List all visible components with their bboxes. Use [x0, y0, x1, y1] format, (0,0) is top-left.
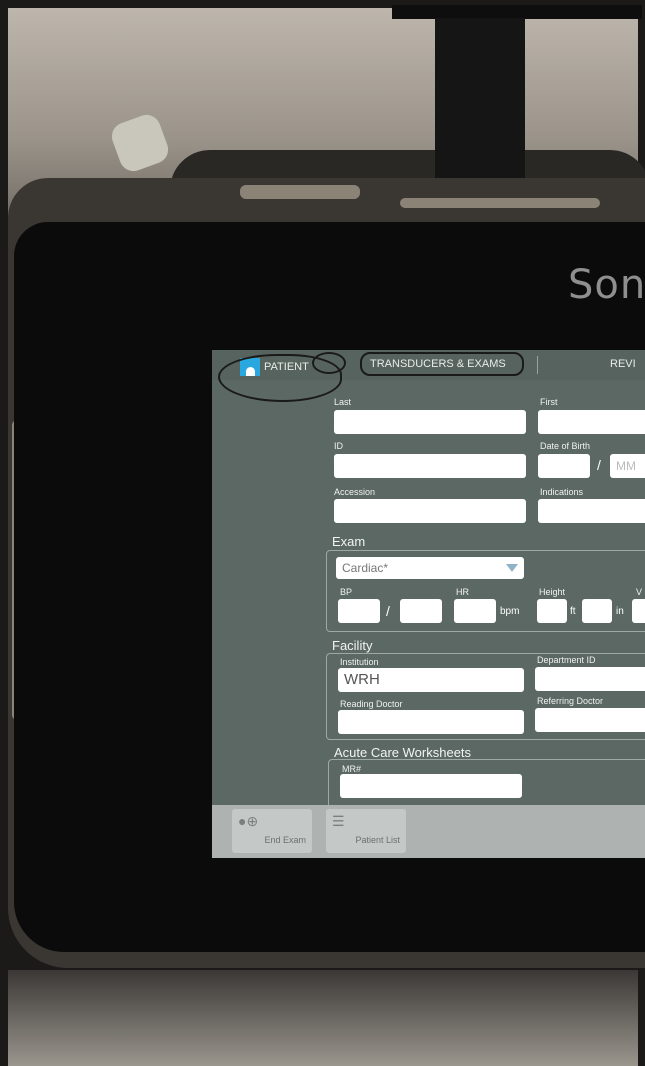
chevron-down-icon — [506, 564, 518, 572]
last-label: Last — [334, 397, 352, 407]
bp-label: BP — [340, 587, 353, 597]
last-name-input[interactable] — [334, 410, 526, 434]
id-label: ID — [334, 441, 343, 451]
bottom-toolbar: ●⊕ End Exam ☰ Patient List — [212, 805, 645, 858]
institution-input[interactable]: WRH — [338, 668, 524, 692]
indications-input[interactable] — [538, 499, 645, 523]
monitor-edge — [392, 5, 642, 19]
ft-unit: ft — [570, 606, 576, 617]
in-unit: in — [616, 606, 624, 617]
list-icon: ☰ — [332, 813, 345, 829]
department-id-input[interactable] — [535, 667, 645, 691]
dob-separator: / — [597, 457, 601, 473]
bezel-wear — [240, 185, 360, 199]
accession-label: Accession — [334, 487, 376, 497]
dob-label: Date of Birth — [540, 441, 591, 451]
exam-type-dropdown[interactable]: Cardiac* — [336, 557, 524, 579]
hr-input[interactable] — [454, 599, 496, 623]
bp-diastolic-input[interactable] — [400, 599, 442, 623]
accession-input[interactable] — [334, 499, 526, 523]
department-id-label: Department ID — [537, 655, 596, 665]
tab-review[interactable]: REVI — [610, 358, 636, 370]
end-exam-button[interactable]: ●⊕ End Exam — [232, 809, 312, 853]
end-exam-label: End Exam — [264, 835, 306, 845]
exam-section-title: Exam — [332, 534, 366, 549]
referring-doctor-input[interactable] — [535, 708, 645, 732]
patient-list-label: Patient List — [355, 835, 400, 845]
dob-month-input[interactable]: MM — [610, 454, 645, 478]
facility-section-title: Facility — [332, 638, 373, 653]
height-in-input[interactable] — [582, 599, 612, 623]
ink-scribble — [360, 352, 524, 376]
reading-doctor-label: Reading Doctor — [340, 699, 403, 709]
mr-label: MR# — [342, 764, 362, 774]
patient-list-button[interactable]: ☰ Patient List — [326, 809, 406, 853]
hr-label: HR — [456, 587, 469, 597]
first-label: First — [540, 397, 558, 407]
end-exam-icon: ●⊕ — [238, 813, 259, 829]
floor — [8, 970, 638, 1066]
worksheets-section-title: Acute Care Worksheets — [334, 745, 472, 760]
institution-label: Institution — [340, 657, 379, 667]
first-name-input[interactable] — [538, 410, 645, 434]
height-ft-input[interactable] — [537, 599, 567, 623]
tab-divider — [537, 356, 538, 374]
dob-day-input[interactable] — [538, 454, 590, 478]
weight-input[interactable] — [632, 599, 645, 623]
height-label: Height — [539, 587, 566, 597]
bp-systolic-input[interactable] — [338, 599, 380, 623]
mr-input[interactable] — [340, 774, 522, 798]
brand-logo: Sono — [568, 262, 645, 308]
bp-separator: / — [386, 603, 390, 619]
referring-doctor-label: Referring Doctor — [537, 696, 604, 706]
id-input[interactable] — [334, 454, 526, 478]
ultrasound-screen: PATIENT TRANSDUCERS & EXAMS REVI Last Fi… — [212, 350, 645, 858]
reading-doctor-input[interactable] — [338, 710, 524, 734]
exam-type-value: Cardiac* — [342, 561, 389, 575]
hr-unit: bpm — [500, 606, 520, 617]
weight-label: V — [636, 587, 643, 597]
bezel-wear — [400, 198, 600, 208]
indications-label: Indications — [540, 487, 584, 497]
ink-scribble — [312, 352, 346, 374]
